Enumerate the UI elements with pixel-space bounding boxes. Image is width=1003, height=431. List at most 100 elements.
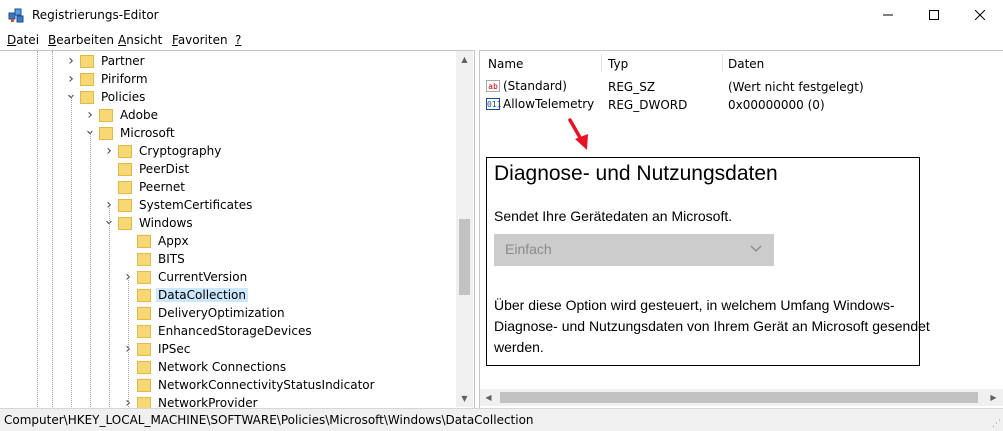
menu-bearbeiten[interactable]: Bearbeiten	[48, 33, 114, 47]
menu-help-label: ?	[235, 33, 242, 47]
scroll-left-arrow-icon[interactable]: ◀	[480, 389, 497, 406]
tree-item-label: DeliveryOptimization	[158, 306, 285, 320]
column-header-data[interactable]: Daten	[728, 57, 764, 71]
folder-icon	[137, 324, 151, 338]
tree-item-label: DataCollection	[156, 288, 249, 302]
expand-chevron-icon[interactable]: ›	[66, 52, 76, 70]
scroll-thumb[interactable]	[459, 219, 470, 295]
minimize-button[interactable]	[865, 0, 911, 30]
tree-item[interactable]: › Partner	[66, 52, 147, 70]
folder-icon	[118, 162, 132, 176]
title-bar: Registrierungs-Editor	[0, 0, 1003, 30]
scroll-right-arrow-icon[interactable]: ▶	[985, 389, 1002, 406]
menu-help[interactable]: ?	[235, 33, 241, 47]
tree-connector	[123, 250, 133, 268]
column-separator[interactable]	[601, 54, 602, 72]
tree-guide-line	[109, 204, 110, 407]
tree-item-label: Partner	[101, 54, 145, 68]
minimize-icon	[883, 14, 893, 16]
menu-ansicht-accel: A	[118, 33, 127, 47]
tree-item[interactable]: BITS	[123, 250, 187, 268]
value-type: REG_DWORD	[608, 98, 688, 112]
tree-item[interactable]: Peernet	[104, 178, 187, 196]
tree-item[interactable]: DeliveryOptimization	[123, 304, 287, 322]
tree-item[interactable]: › Cryptography	[104, 142, 223, 160]
values-horizontal-scrollbar[interactable]: ◀ ▶	[480, 389, 1003, 406]
scroll-thumb[interactable]	[500, 392, 978, 403]
value-row[interactable]: ab (Standard)	[486, 77, 567, 95]
folder-icon	[137, 288, 151, 302]
tree-guide-line	[52, 51, 53, 407]
scroll-down-arrow-icon[interactable]: ▼	[456, 390, 473, 407]
tree-item[interactable]: › NetworkProvider	[123, 394, 260, 408]
value-row[interactable]: 011 AllowTelemetry	[486, 95, 594, 113]
resize-grip-icon[interactable]: ⋰	[992, 419, 1001, 429]
chevron-down-icon	[749, 241, 763, 258]
tree-guide-line	[37, 51, 38, 407]
key-tree-pane: › Partner › Piriform ⌄ Policies › Adobe ⌄ Microso…	[0, 50, 475, 408]
tree-item-label: Adobe	[120, 108, 158, 122]
tree-item-label: Peernet	[139, 180, 185, 194]
menu-datei-rest: atei	[16, 33, 40, 47]
menu-bearbeiten-accel: B	[48, 33, 57, 47]
folder-icon	[137, 378, 151, 392]
tree-item-label: Appx	[158, 234, 189, 248]
column-header-name[interactable]: Name	[488, 57, 523, 71]
tree-item[interactable]: › SystemCertificates	[104, 196, 254, 214]
values-pane: Name Typ Daten ab (Standard) REG_SZ (Wer…	[479, 50, 1003, 408]
folder-icon	[118, 198, 132, 212]
folder-icon	[118, 180, 132, 194]
tree-item-label: EnhancedStorageDevices	[158, 324, 312, 338]
expand-chevron-icon[interactable]: ›	[104, 142, 114, 160]
tree-connector	[123, 232, 133, 250]
maximize-button[interactable]	[911, 0, 957, 30]
tree-item[interactable]: ⌄ Microsoft	[85, 123, 177, 142]
key-path: Computer\HKEY_LOCAL_MACHINE\SOFTWARE\Pol…	[4, 413, 534, 427]
menu-favoriten-rest: avoriten	[177, 33, 228, 47]
column-header-type[interactable]: Typ	[608, 57, 628, 71]
column-separator[interactable]	[722, 54, 723, 72]
tree-item-label: NetworkProvider	[158, 396, 258, 408]
close-icon	[975, 10, 985, 20]
settings-screenshot-overlay: Diagnose- und Nutzungsdaten Sendet Ihre …	[486, 157, 930, 366]
menu-datei-accel: D	[7, 33, 17, 47]
value-name: (Standard)	[503, 79, 567, 93]
tree-item[interactable]: ⌄ Policies	[66, 87, 147, 106]
tree-item[interactable]: › Adobe	[85, 106, 160, 124]
tree-item[interactable]: DataCollection	[123, 286, 249, 304]
scroll-up-arrow-icon[interactable]: ▲	[456, 51, 473, 68]
tree-item[interactable]: › Piriform	[66, 70, 150, 88]
status-bar: Computer\HKEY_LOCAL_MACHINE\SOFTWARE\Pol…	[0, 408, 1003, 431]
tree-item[interactable]: EnhancedStorageDevices	[123, 322, 314, 340]
tree-guide-line	[90, 132, 91, 407]
folder-icon	[99, 126, 113, 140]
tree-guide-line	[128, 276, 129, 407]
tree-item[interactable]: NetworkConnectivityStatusIndicator	[123, 376, 377, 394]
menu-bearbeiten-rest: earbeiten	[56, 33, 114, 47]
folder-icon	[137, 252, 151, 266]
tree-item-label: BITS	[158, 252, 185, 266]
tree-item[interactable]: Appx	[123, 232, 191, 250]
folder-icon	[80, 90, 94, 104]
tree-item[interactable]: PeerDist	[104, 160, 191, 178]
menu-datei[interactable]: Datei	[7, 33, 39, 47]
close-button[interactable]	[957, 0, 1003, 30]
tree-item[interactable]: › CurrentVersion	[123, 268, 249, 286]
tree-connector	[104, 178, 114, 196]
tree-item[interactable]: › IPSec	[123, 340, 192, 358]
tree-item-label: Network Connections	[158, 360, 287, 374]
menu-favoriten[interactable]: Favoriten	[172, 33, 228, 47]
tree-item[interactable]: Network Connections	[123, 358, 288, 376]
menu-ansicht[interactable]: Ansicht	[118, 33, 162, 47]
tree-item-label: Policies	[101, 90, 146, 104]
value-data: (Wert nicht festgelegt)	[728, 80, 864, 94]
tree-item-label: Cryptography	[139, 144, 222, 158]
dropdown-value: Einfach	[505, 241, 552, 257]
tree-item[interactable]: ⌄ Windows	[104, 213, 195, 232]
tree-vertical-scrollbar[interactable]: ▲ ▼	[456, 51, 473, 407]
tree-item-label: Microsoft	[120, 126, 175, 140]
binary-value-icon: 011	[486, 98, 502, 110]
folder-icon	[80, 72, 94, 86]
settings-title: Diagnose- und Nutzungsdaten	[494, 162, 778, 185]
folder-icon	[118, 216, 132, 230]
